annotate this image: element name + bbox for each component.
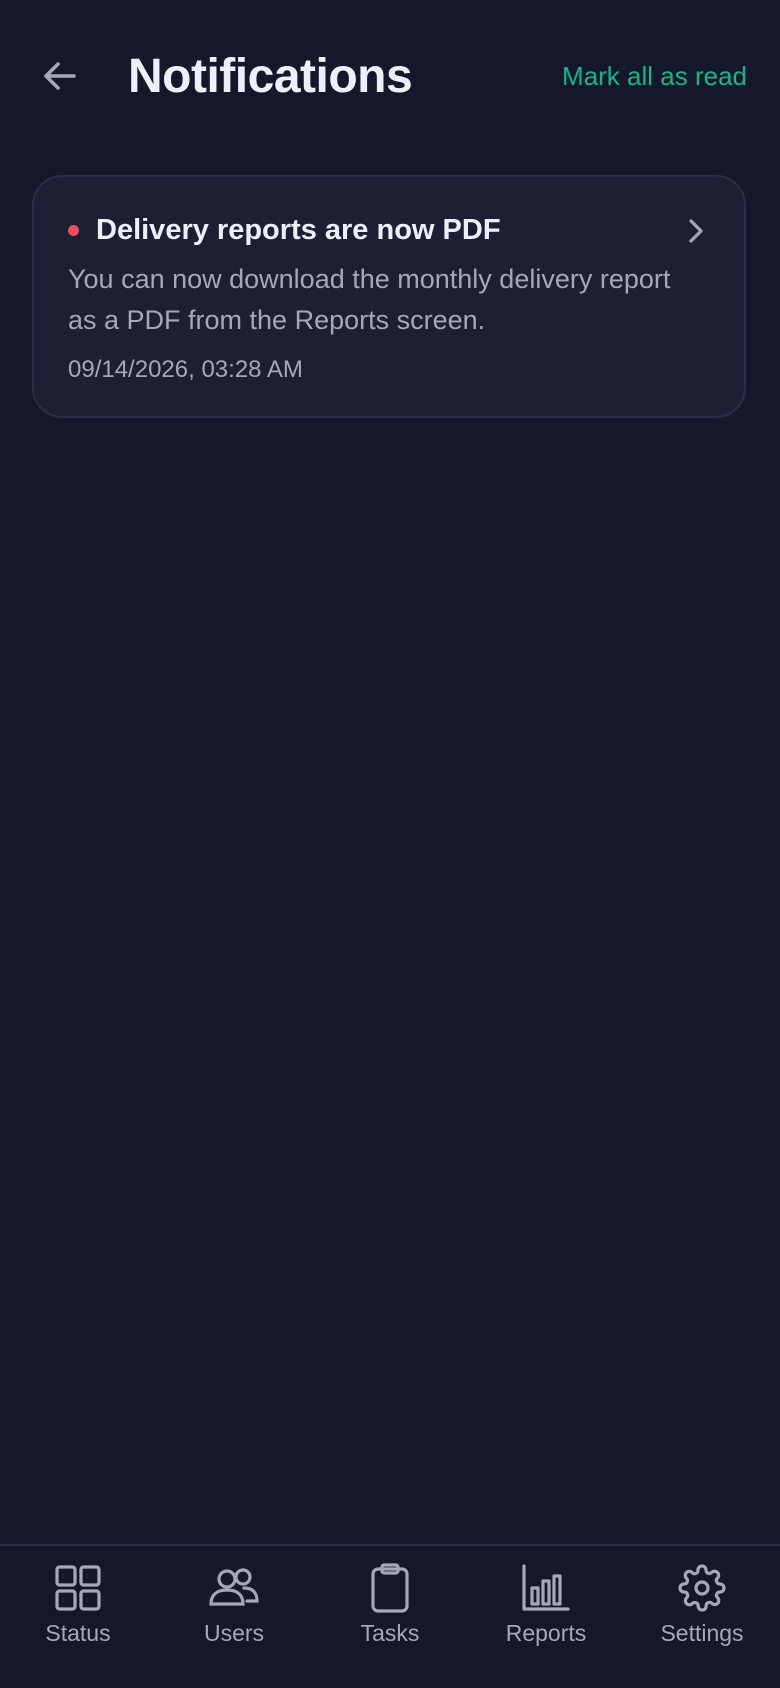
nav-label-reports: Reports: [505, 1620, 587, 1646]
app-header: Notifications Mark all as read: [0, 0, 780, 155]
nav-item-settings[interactable]: Settings: [624, 1546, 780, 1688]
notification-card[interactable]: Delivery reports are now PDF You can now…: [32, 175, 746, 418]
nav-label-status: Status: [45, 1620, 111, 1646]
nav-label-users: Users: [203, 1620, 265, 1646]
nav-item-reports[interactable]: Reports: [468, 1546, 624, 1688]
nav-label-settings: Settings: [660, 1620, 744, 1646]
notification-title: Delivery reports are now PDF: [96, 214, 501, 246]
bar-chart-icon: [520, 1562, 572, 1614]
clipboard-icon: [364, 1562, 416, 1614]
users-icon: [208, 1562, 260, 1614]
unread-indicator: [68, 225, 79, 236]
chevron-right-icon: [689, 219, 703, 243]
grid-icon: [52, 1562, 104, 1614]
nav-label-tasks: Tasks: [360, 1620, 420, 1646]
notification-timestamp: 09/14/2026, 03:28 AM: [68, 356, 303, 383]
bottom-nav: Status Users Tasks Reports Settings: [0, 1544, 780, 1688]
nav-item-tasks[interactable]: Tasks: [312, 1546, 468, 1688]
mark-all-as-read-button[interactable]: Mark all as read: [562, 58, 747, 94]
back-button[interactable]: [36, 52, 84, 100]
arrow-left-icon: [44, 62, 76, 90]
notification-body: You can now download the monthly deliver…: [68, 264, 671, 335]
gear-icon: [676, 1562, 728, 1614]
nav-item-users[interactable]: Users: [156, 1546, 312, 1688]
nav-item-status[interactable]: Status: [0, 1546, 156, 1688]
page-title: Notifications: [128, 50, 413, 103]
